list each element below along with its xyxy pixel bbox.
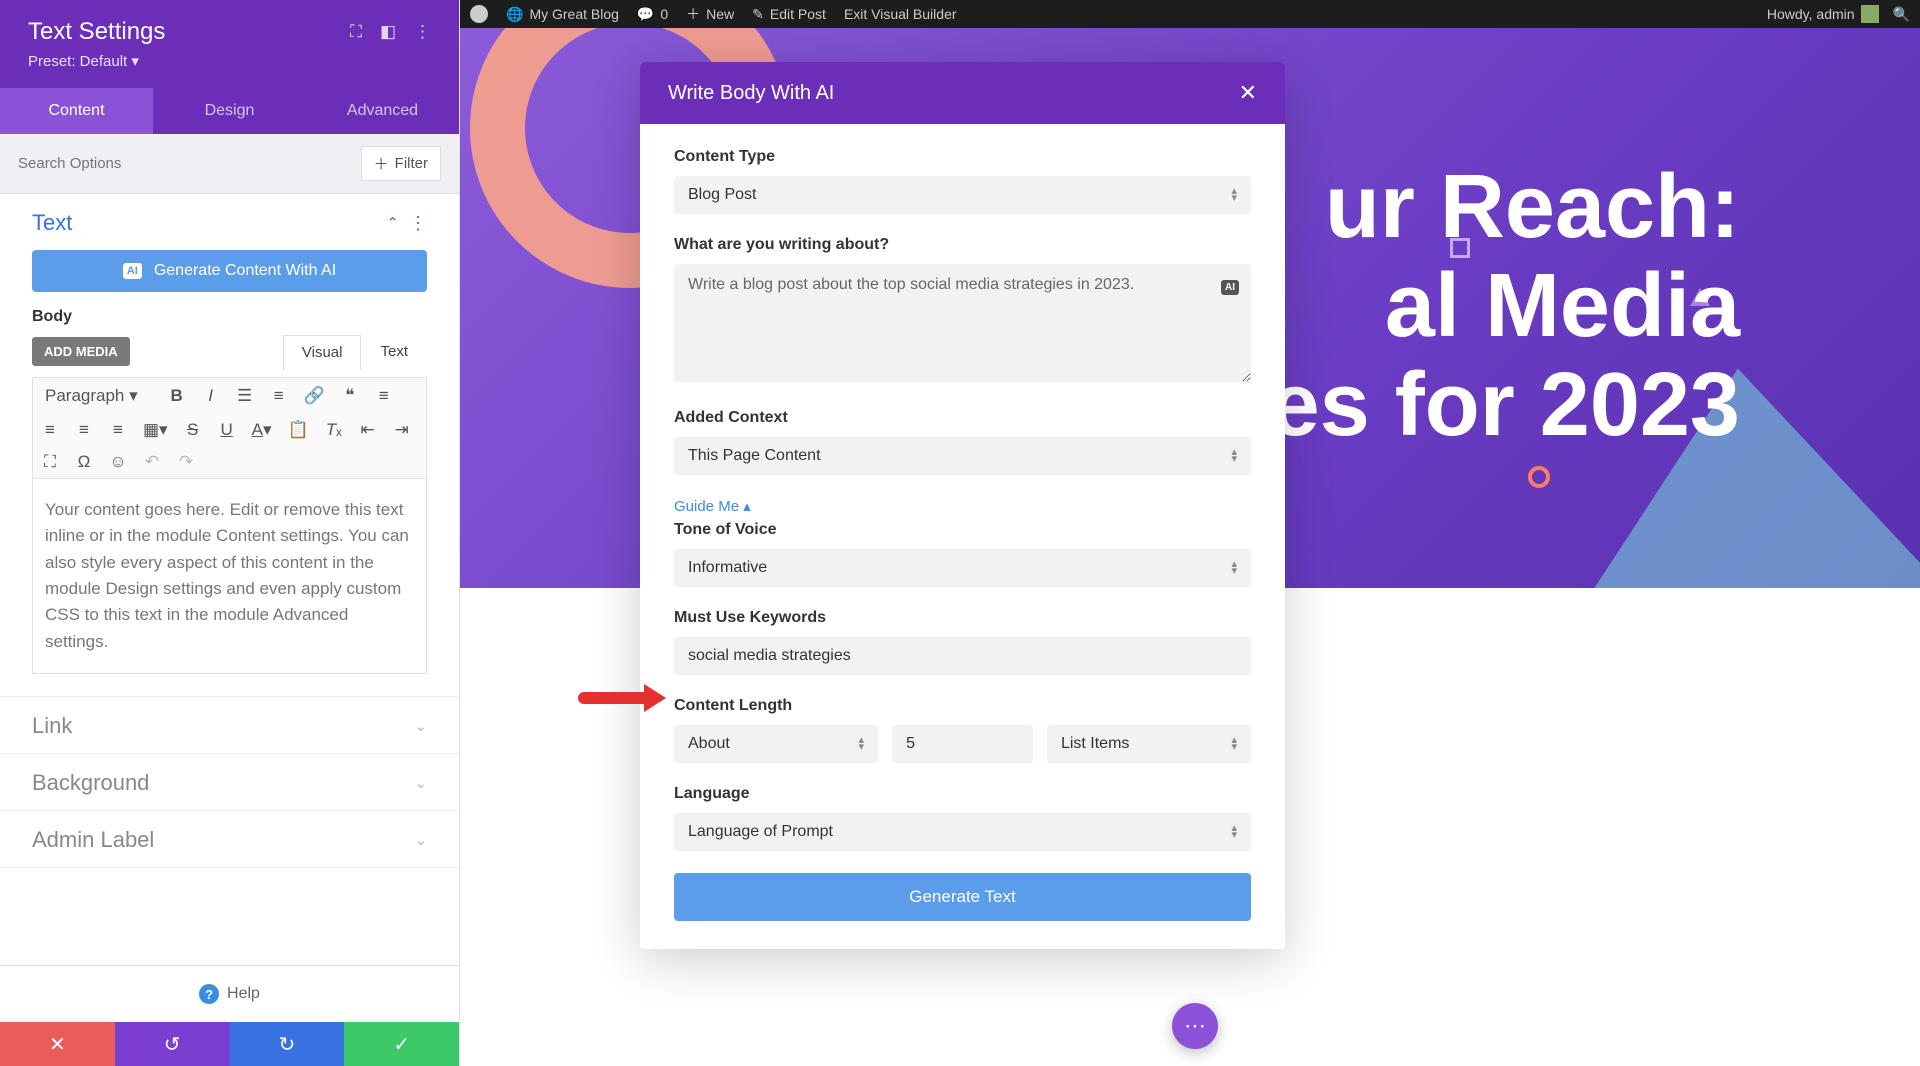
cancel-button[interactable]: ✕ [0,1022,115,1066]
new-link[interactable]: ＋New [686,4,734,24]
strike-icon[interactable]: S [184,420,202,440]
howdy-link[interactable]: Howdy, admin [1767,5,1879,23]
tone-select[interactable]: Informative▴▾ [674,549,1251,587]
chevron-up-icon: ⌃ [386,214,399,232]
chevron-down-icon: ⌄ [414,774,427,792]
search-input[interactable] [18,155,361,172]
chevron-down-icon: ⌄ [414,831,427,849]
comments-link[interactable]: 💬0 [637,6,668,23]
added-context-select[interactable]: This Page Content▴▾ [674,437,1251,475]
close-icon[interactable]: ✕ [1239,80,1257,106]
wp-admin-bar: 🌐My Great Blog 💬0 ＋New ✎Edit Post Exit V… [460,0,1920,28]
annotation-arrow [578,692,650,704]
ai-badge-icon[interactable]: AI [1221,280,1239,295]
outdent-icon[interactable]: ⇤ [359,420,377,440]
tone-label: Tone of Voice [674,521,1251,539]
visual-tab[interactable]: Visual [283,335,362,370]
ai-modal: Write Body With AI ✕ Content Type Blog P… [640,62,1285,949]
textcolor-icon[interactable]: A▾ [252,420,272,440]
fullscreen-icon[interactable]: ⛶ [41,452,59,472]
editor-toolbar: Paragraph ▾ B I ☰ ≡ 🔗 ❝ ≡ ≡ ≡ ≡ ▦▾ S U A… [32,377,427,479]
exit-builder-link[interactable]: Exit Visual Builder [844,6,957,22]
quote-icon[interactable]: ❝ [341,386,359,406]
text-tab[interactable]: Text [361,334,427,369]
section-background-header[interactable]: Background ⌄ [0,754,459,810]
align-right-icon[interactable]: ≡ [75,420,93,440]
expand-icon[interactable]: ⛶ [350,22,362,42]
redo-button[interactable]: ↻ [230,1022,345,1066]
italic-icon[interactable]: I [202,386,220,406]
tab-advanced[interactable]: Advanced [306,88,459,134]
paragraph-select[interactable]: Paragraph ▾ [41,384,152,408]
writing-about-textarea[interactable] [674,264,1251,382]
more-icon[interactable]: ⋮ [414,22,431,42]
content-type-label: Content Type [674,148,1251,166]
snap-icon[interactable]: ◧ [380,22,396,42]
length-unit-select[interactable]: List Items▴▾ [1047,725,1251,763]
ol-icon[interactable]: ≡ [270,386,288,406]
tab-content[interactable]: Content [0,88,153,134]
guide-me-link[interactable]: Guide Me ▴ [674,497,751,515]
length-label: Content Length [674,697,1251,715]
editor-content[interactable]: Your content goes here. Edit or remove t… [32,479,427,674]
ai-icon: AI [123,263,142,279]
align-left-icon[interactable]: ≡ [375,386,393,406]
length-about-select[interactable]: About▴▾ [674,725,878,763]
content-type-select[interactable]: Blog Post▴▾ [674,176,1251,214]
generate-ai-button[interactable]: AI Generate Content With AI [32,250,427,292]
body-label: Body [0,308,459,334]
language-select[interactable]: Language of Prompt▴▾ [674,813,1251,851]
align-center-icon[interactable]: ≡ [41,420,59,440]
tab-design[interactable]: Design [153,88,306,134]
help-link[interactable]: ? Help [0,965,459,1022]
builder-fab[interactable]: ⋯ [1172,1003,1218,1049]
clear-icon[interactable]: Tₓ [325,420,343,440]
wp-logo[interactable] [470,5,488,23]
help-icon: ? [199,984,219,1004]
filter-button[interactable]: ＋ Filter [361,146,441,181]
added-context-label: Added Context [674,409,1251,427]
length-number-input[interactable] [892,725,1033,763]
generate-text-button[interactable]: Generate Text [674,873,1251,921]
ul-icon[interactable]: ☰ [236,386,254,406]
settings-panel: Text Settings ⛶ ◧ ⋮ Preset: Default ▾ Co… [0,0,460,1066]
search-icon[interactable]: 🔍 [1893,6,1910,23]
bold-icon[interactable]: B [168,386,186,406]
avatar [1861,5,1879,23]
emoji-icon[interactable]: ☺ [109,452,127,472]
edit-post-link[interactable]: ✎Edit Post [752,6,826,23]
chevron-down-icon: ⌄ [414,717,427,735]
omega-icon[interactable]: Ω [75,452,93,472]
section-link-header[interactable]: Link ⌄ [0,697,459,753]
indent-icon[interactable]: ⇥ [393,420,411,440]
panel-title: Text Settings [28,18,165,46]
undo-button[interactable]: ↺ [115,1022,230,1066]
keywords-input[interactable] [674,637,1251,675]
save-button[interactable]: ✓ [344,1022,459,1066]
add-media-button[interactable]: ADD MEDIA [32,337,130,366]
preset-selector[interactable]: Preset: Default ▾ [28,52,431,82]
writing-about-label: What are you writing about? [674,236,1251,254]
underline-icon[interactable]: U [218,420,236,440]
modal-title: Write Body With AI [668,82,834,105]
link-icon[interactable]: 🔗 [304,386,325,406]
redo-icon[interactable]: ↷ [177,452,195,472]
section-adminlabel-header[interactable]: Admin Label ⌄ [0,811,459,867]
table-icon[interactable]: ▦▾ [143,420,168,440]
align-justify-icon[interactable]: ≡ [109,420,127,440]
section-text-header[interactable]: Text ⌃ ⋮ [0,194,459,250]
paste-icon[interactable]: 📋 [288,420,309,440]
panel-header: Text Settings ⛶ ◧ ⋮ Preset: Default ▾ [0,0,459,88]
keywords-label: Must Use Keywords [674,609,1251,627]
section-more-icon[interactable]: ⋮ [409,213,427,234]
undo-icon[interactable]: ↶ [143,452,161,472]
language-label: Language [674,785,1251,803]
site-link[interactable]: 🌐My Great Blog [506,6,619,23]
